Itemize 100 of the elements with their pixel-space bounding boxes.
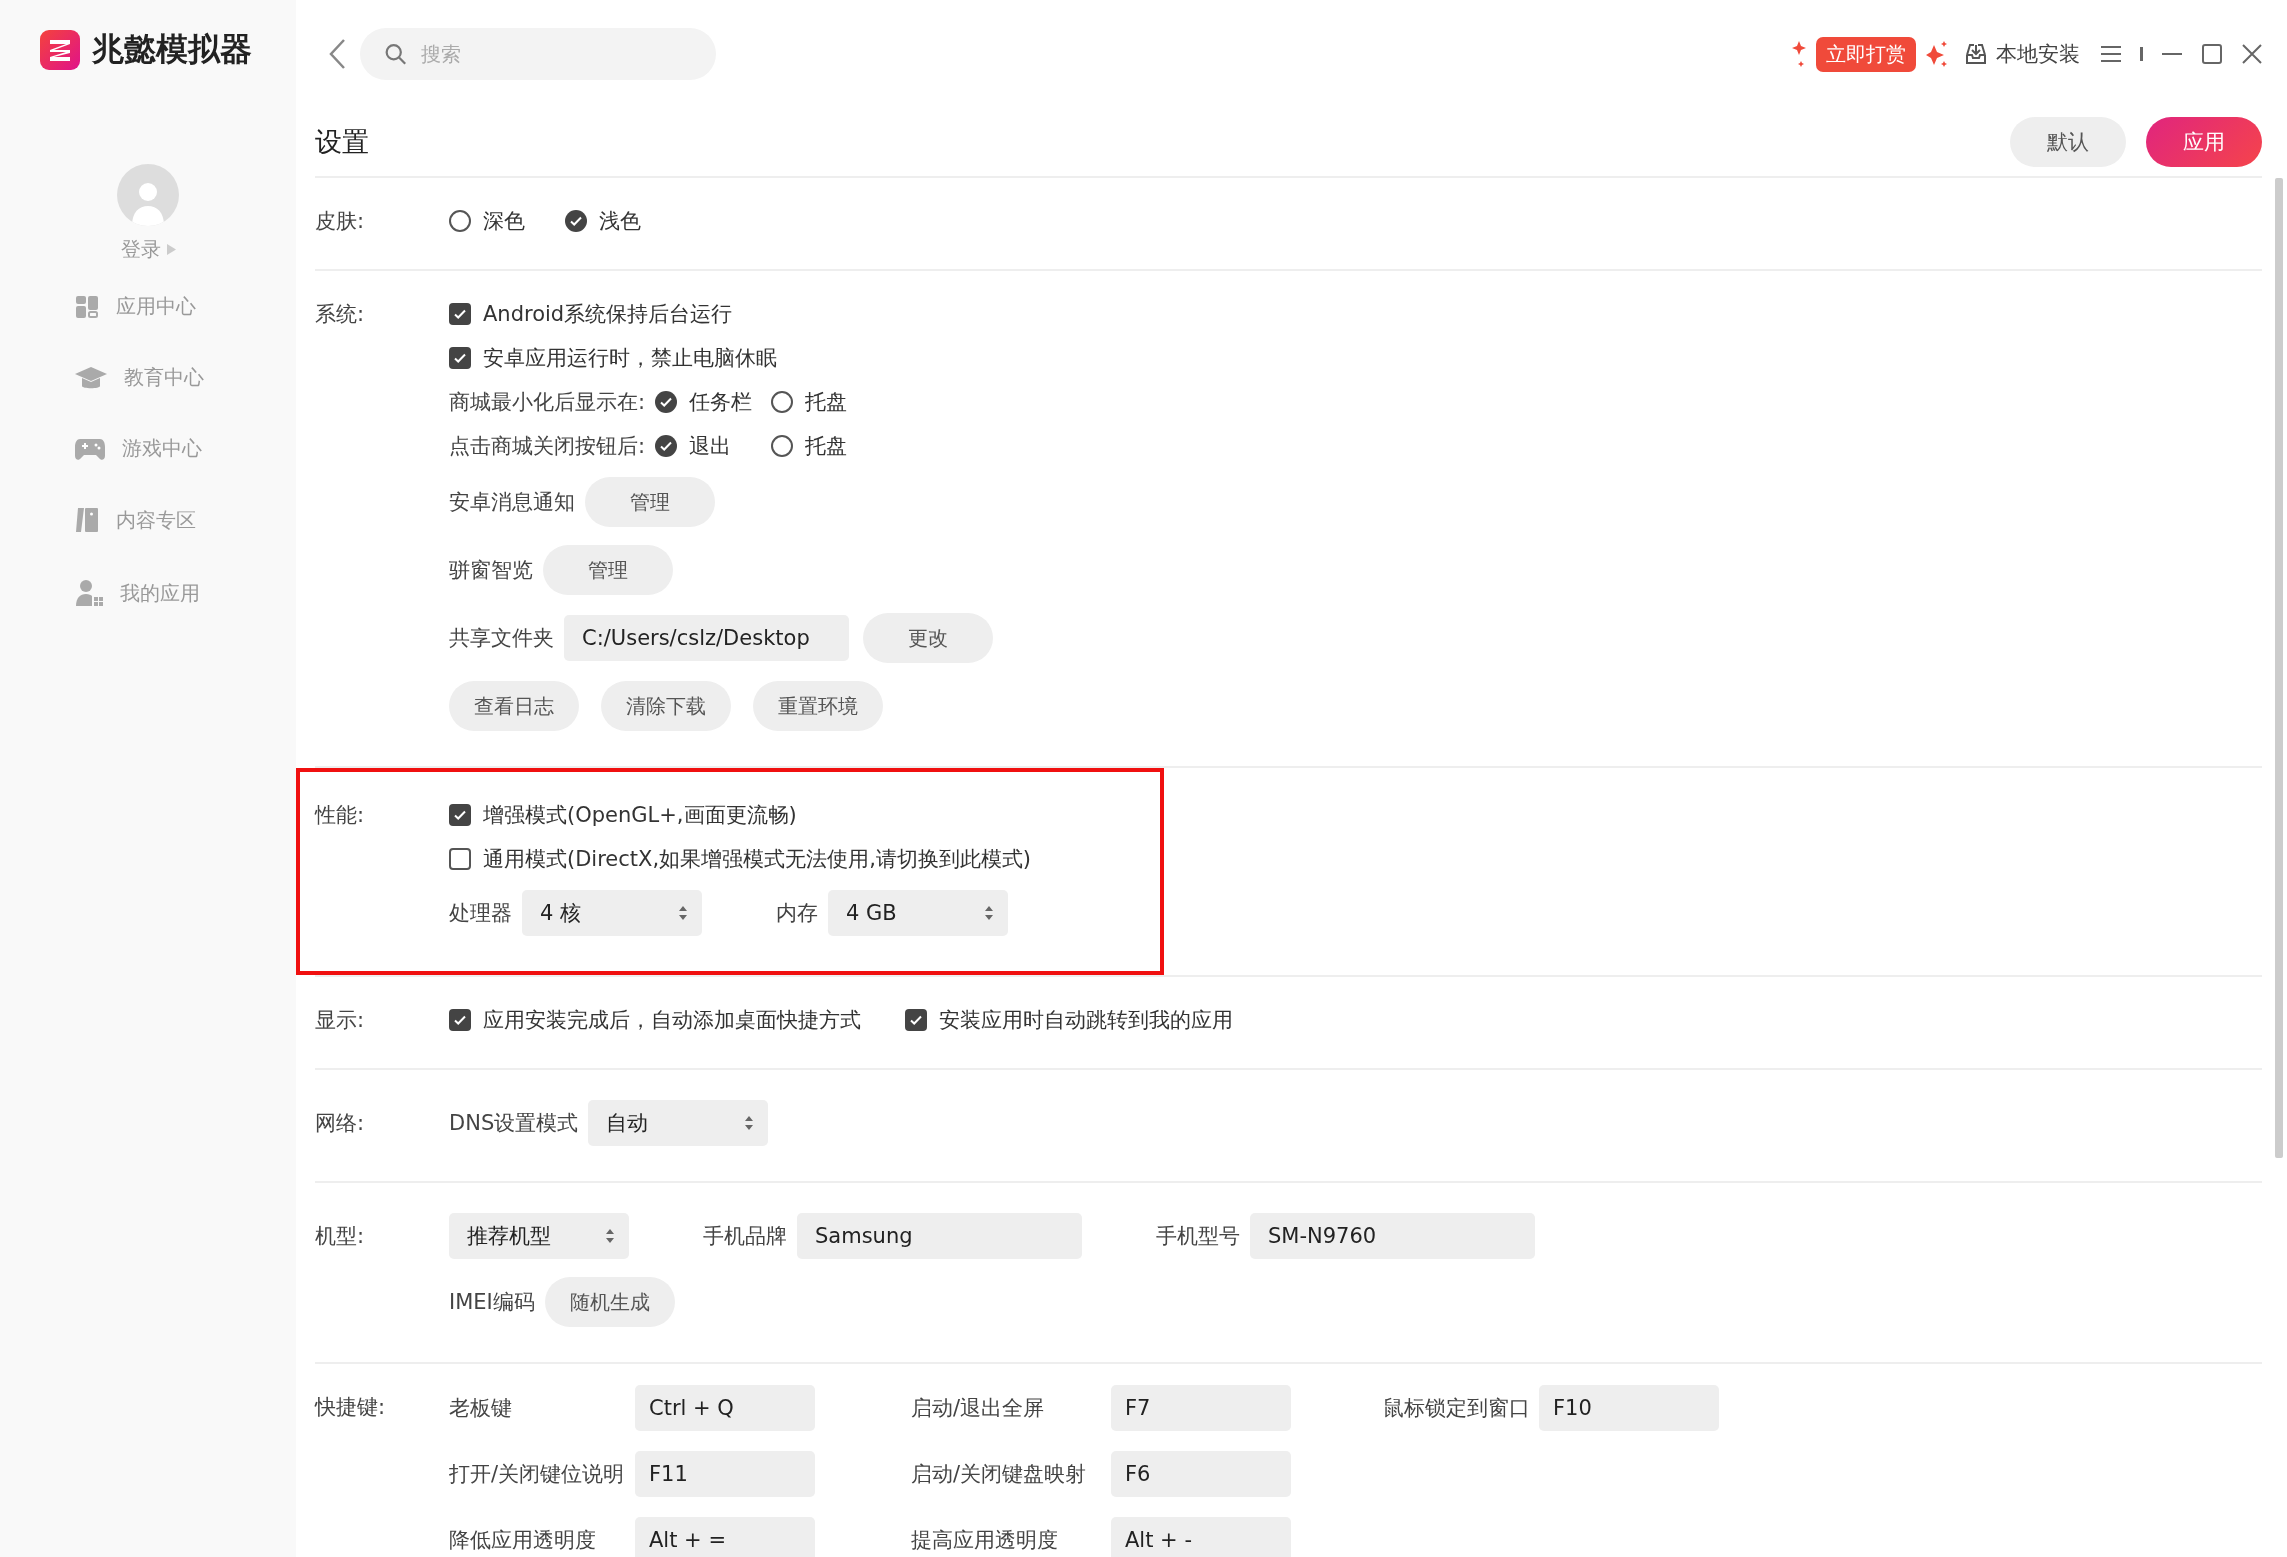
field-label: 骈窗智览 (449, 557, 533, 584)
text-field[interactable]: Samsung (797, 1213, 1082, 1259)
radio-button[interactable] (771, 391, 794, 413)
section-label: 性能: (315, 802, 366, 829)
manage-button[interactable]: 管理 (543, 545, 673, 595)
field-label: 安卓消息通知 (449, 489, 575, 516)
field-label: 手机品牌 (703, 1223, 787, 1250)
radio-button[interactable] (771, 435, 794, 457)
manage-button[interactable]: 重置环境 (753, 681, 883, 731)
shortcut-field[interactable]: F7 (1111, 1385, 1291, 1431)
radio-option[interactable]: 深色 (449, 207, 559, 235)
check-icon (909, 1013, 923, 1027)
radio-button[interactable] (655, 391, 678, 413)
books-icon (74, 506, 100, 534)
shortcut-field[interactable]: Alt + - (1111, 1517, 1291, 1557)
radio-label: 托盘 (805, 433, 848, 460)
updown-arrow-icon (984, 905, 994, 921)
dropdown-select[interactable]: 4 核 (522, 890, 702, 936)
field-label: 商城最小化后显示在: (449, 389, 646, 416)
field-label: 内存 (776, 900, 818, 927)
radio-label: 退出 (689, 433, 732, 460)
shortcut-label: 降低应用透明度 (449, 1527, 597, 1554)
checkbox-box[interactable] (449, 303, 471, 325)
updown-arrow-icon (605, 1228, 615, 1244)
shortcut-label: 老板键 (449, 1395, 513, 1422)
section-label: 网络: (315, 1110, 366, 1137)
text-field[interactable]: SM-N9760 (1250, 1213, 1535, 1259)
manage-button[interactable]: 清除下载 (601, 681, 731, 731)
shortcut-field[interactable]: Ctrl + Q (635, 1385, 815, 1431)
radio-option[interactable]: 托盘 (771, 432, 882, 460)
grid-icon (74, 293, 100, 320)
checkbox-label: Android系统保持后台运行 (483, 301, 733, 328)
manage-button[interactable]: 查看日志 (449, 681, 579, 731)
shortcut-label: 打开/关闭键位说明 (449, 1461, 626, 1488)
dropdown-select[interactable]: 4 GB (828, 890, 1008, 936)
check-icon (453, 808, 467, 822)
logo-icon (40, 30, 80, 70)
section-label: 快捷键: (315, 1394, 387, 1421)
check-icon (453, 307, 467, 321)
manage-button[interactable]: 更改 (863, 613, 993, 663)
radio-label: 深色 (483, 208, 525, 235)
shortcut-field[interactable]: F10 (1539, 1385, 1719, 1431)
sparkle-icon (1926, 39, 1948, 69)
radio-button[interactable] (449, 210, 471, 232)
radio-label: 任务栏 (689, 389, 753, 416)
apply-button[interactable]: 应用 (2146, 117, 2262, 167)
graduation-cap-icon (74, 364, 108, 391)
page-title: 设置 (315, 125, 370, 159)
check-icon (453, 351, 467, 365)
section-label: 机型: (315, 1223, 366, 1250)
radio-label: 浅色 (599, 208, 641, 235)
section-label: 皮肤: (315, 208, 366, 235)
manage-button[interactable]: 管理 (585, 477, 715, 527)
reward-button[interactable]: 立即打赏 (1816, 36, 1916, 72)
manage-button[interactable]: 随机生成 (544, 1277, 675, 1327)
shortcut-field[interactable]: F6 (1111, 1451, 1291, 1497)
dropdown-select[interactable]: 自动 (588, 1100, 769, 1146)
radio-option[interactable]: 退出 (655, 432, 766, 460)
checkbox[interactable]: Android系统保持后台运行 (449, 300, 733, 328)
shortcut-field[interactable]: F11 (635, 1451, 815, 1497)
check-icon (453, 1013, 467, 1027)
section-label: 显示: (315, 1007, 366, 1034)
section-label: 系统: (315, 301, 366, 328)
scrollbar[interactable] (2275, 178, 2283, 1158)
default-button[interactable]: 默认 (2010, 117, 2126, 167)
app-name: 兆懿模拟器 (92, 29, 252, 70)
field-label: 共享文件夹 (449, 625, 554, 652)
text-field[interactable]: C:/Users/cslz/Desktop (564, 615, 849, 661)
local-install-button[interactable]: 本地安装 (1958, 40, 2086, 68)
field-label: IMEI编码 (449, 1289, 535, 1316)
shortcut-label: 启动/退出全屏 (911, 1395, 1046, 1422)
sparkle-icon (1792, 39, 1806, 69)
radio-button[interactable] (655, 435, 678, 457)
field-label: DNS设置模式 (449, 1110, 579, 1137)
check-icon (569, 214, 583, 228)
checkbox-box[interactable] (449, 804, 471, 826)
check-icon (659, 439, 674, 453)
shortcut-field[interactable]: Alt + = (635, 1517, 815, 1557)
radio-button[interactable] (565, 210, 587, 232)
field-label: 处理器 (449, 900, 512, 927)
radio-option[interactable]: 托盘 (771, 388, 882, 416)
field-label: 手机型号 (1156, 1223, 1240, 1250)
checkbox-box[interactable] (905, 1009, 927, 1031)
search-box[interactable]: 搜索 (360, 28, 716, 80)
checkbox-box[interactable] (449, 347, 471, 369)
radio-option[interactable]: 任务栏 (655, 388, 766, 416)
user-apps-icon (74, 578, 104, 608)
field-label: 点击商城关闭按钮后: (449, 433, 646, 460)
play-triangle-icon (166, 244, 176, 255)
updown-arrow-icon (678, 905, 688, 921)
search-icon (384, 41, 407, 67)
shortcut-label: 提高应用透明度 (911, 1527, 1059, 1554)
shortcut-label: 鼠标锁定到窗口 (1383, 1395, 1531, 1422)
search-input[interactable]: 搜索 (419, 28, 692, 80)
checkbox-box[interactable] (449, 1009, 471, 1031)
check-icon (659, 395, 674, 409)
checkbox-box[interactable] (449, 848, 471, 870)
radio-option[interactable]: 浅色 (565, 207, 675, 235)
dropdown-select[interactable]: 推荐机型 (449, 1213, 629, 1259)
shortcut-label: 启动/关闭键盘映射 (911, 1461, 1088, 1488)
